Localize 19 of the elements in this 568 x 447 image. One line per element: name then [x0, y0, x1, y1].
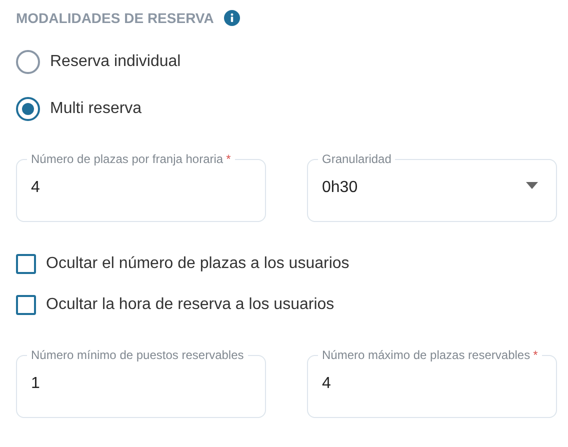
checkbox-label: Ocultar la hora de reserva a los usuarios	[46, 296, 334, 314]
dropdown-field[interactable]: Granularidad 0h30	[307, 152, 557, 222]
checkbox-label: Ocultar el número de plazas a los usuarios	[46, 255, 350, 273]
field-label: Número de plazas por franja horaria *	[30, 152, 232, 166]
radio-button[interactable]	[16, 97, 40, 121]
caret-icon	[526, 182, 538, 188]
input-field[interactable]: Número máximo de plazas reservables * 4	[307, 348, 557, 418]
section-title: MODALIDADES DE RESERVA	[16, 10, 214, 26]
field-label: Número máximo de plazas reservables *	[321, 348, 539, 362]
checkbox[interactable]	[16, 254, 36, 274]
radio-label: Multi reserva	[50, 100, 142, 118]
input-field[interactable]: Número de plazas por franja horaria * 4	[16, 152, 266, 222]
radio-button[interactable]	[16, 50, 40, 74]
checkbox[interactable]	[16, 295, 36, 315]
info-icon[interactable]	[224, 10, 240, 26]
field-label: Granularidad	[321, 152, 392, 166]
input-field[interactable]: Número mínimo de puestos reservables 1	[16, 348, 266, 418]
field-label: Número mínimo de puestos reservables	[30, 348, 245, 362]
radio-label: Reserva individual	[50, 53, 181, 71]
